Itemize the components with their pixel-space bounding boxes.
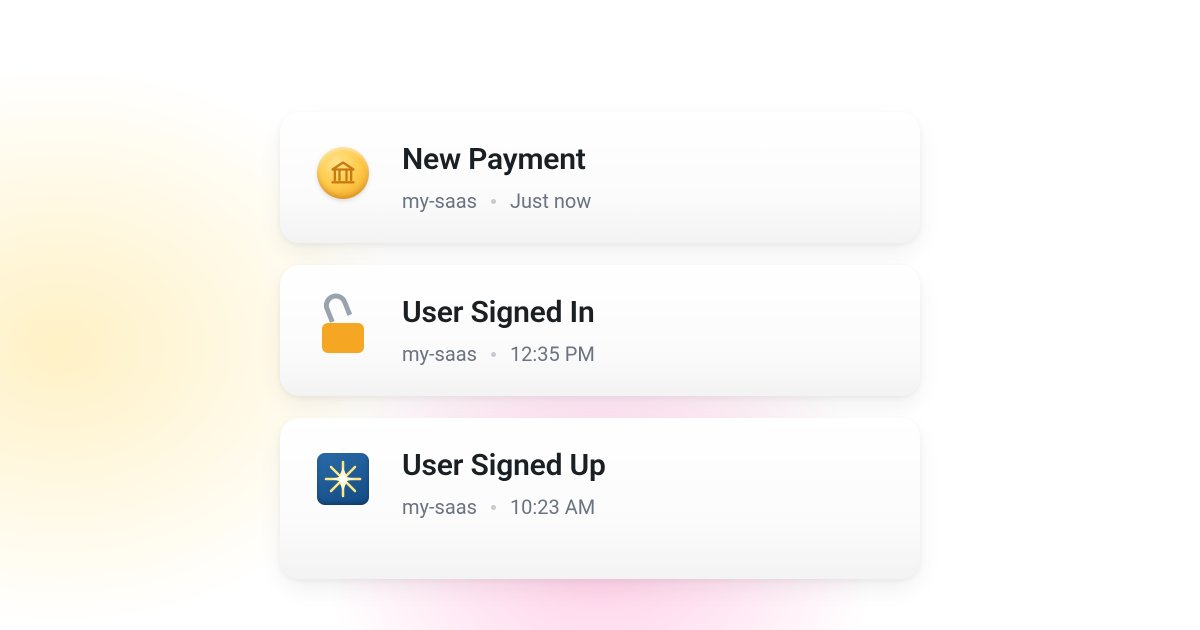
project-label: my-saas: [402, 189, 477, 213]
notification-title: User Signed In: [402, 295, 886, 330]
separator-dot: [491, 352, 496, 357]
notification-meta: my-saas Just now: [402, 189, 886, 213]
separator-dot: [491, 199, 496, 204]
notification-content: User Signed In my-saas 12:35 PM: [402, 293, 886, 366]
project-label: my-saas: [402, 342, 477, 366]
coin-bank-icon: [314, 144, 372, 202]
notification-card[interactable]: New Payment my-saas Just now: [280, 112, 920, 243]
time-label: 10:23 AM: [510, 495, 595, 519]
notification-content: User Signed Up my-saas 10:23 AM: [402, 446, 886, 519]
unlock-icon: [314, 297, 372, 355]
project-label: my-saas: [402, 495, 477, 519]
notification-meta: my-saas 12:35 PM: [402, 342, 886, 366]
separator-dot: [491, 505, 496, 510]
notification-feed: New Payment my-saas Just now User Signed…: [280, 112, 920, 579]
notification-content: New Payment my-saas Just now: [402, 140, 886, 213]
time-label: 12:35 PM: [510, 342, 595, 366]
notification-card[interactable]: User Signed Up my-saas 10:23 AM: [280, 418, 920, 579]
time-label: Just now: [510, 189, 591, 213]
sparkle-tile-icon: [314, 450, 372, 508]
notification-card[interactable]: User Signed In my-saas 12:35 PM: [280, 265, 920, 396]
notification-meta: my-saas 10:23 AM: [402, 495, 886, 519]
notification-title: User Signed Up: [402, 448, 886, 483]
notification-title: New Payment: [402, 142, 886, 177]
